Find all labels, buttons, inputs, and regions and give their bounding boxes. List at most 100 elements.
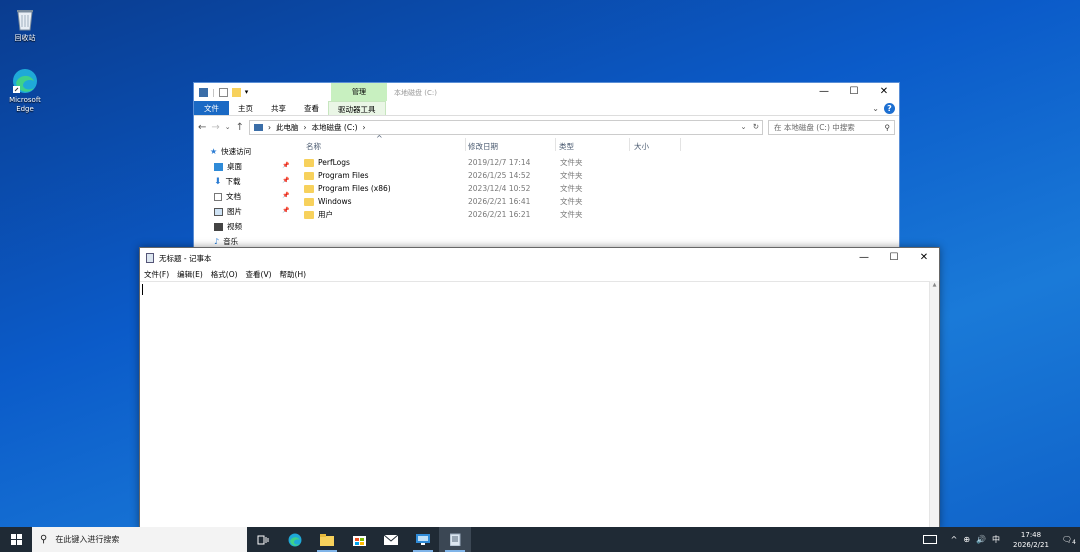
search-icon: ⚲ <box>884 122 891 132</box>
taskbar-app-store[interactable] <box>343 527 375 552</box>
back-icon[interactable]: ← <box>198 122 206 133</box>
nav-quick-access[interactable]: ★ 快速访问 <box>210 146 251 157</box>
volume-icon[interactable]: 🔊 <box>976 535 986 544</box>
scroll-up-icon[interactable]: ▲ <box>930 281 939 289</box>
nav-videos[interactable]: 视频 <box>214 221 242 232</box>
task-view-icon <box>257 535 269 544</box>
nav-pictures[interactable]: 图片 <box>214 206 242 217</box>
menu-edit[interactable]: 编辑(E) <box>173 269 207 280</box>
close-button[interactable]: ✕ <box>909 248 939 268</box>
address-row: ← → ⌄ ↑ › 此电脑 › 本地磁盘 (C:) › ⌄ ↻ 在 本地磁盘 (C… <box>194 116 899 138</box>
taskbar-search-box[interactable]: ⚲ 在此键入进行搜索 <box>32 527 247 552</box>
pin-icon: 📌 <box>282 162 290 169</box>
drive-icon <box>199 87 208 97</box>
tab-home[interactable]: 主页 <box>229 101 262 115</box>
expand-ribbon-icon[interactable]: ⌄ <box>872 104 879 113</box>
column-date[interactable]: 修改日期 <box>468 141 498 152</box>
address-bar[interactable]: › 此电脑 › 本地磁盘 (C:) › ⌄ ↻ <box>249 119 763 135</box>
chevron-up-icon[interactable]: ^ <box>951 535 958 544</box>
notepad-icon <box>146 253 154 263</box>
file-row[interactable]: Program Files 2026/1/25 14:52 文件夹 <box>304 169 583 182</box>
maximize-button[interactable]: ☐ <box>839 83 869 101</box>
minimize-button[interactable]: — <box>809 83 839 101</box>
star-icon: ★ <box>210 147 218 156</box>
mail-icon <box>384 534 398 545</box>
folder-icon <box>304 184 314 193</box>
taskbar-app-notepad[interactable] <box>439 527 471 552</box>
column-type[interactable]: 类型 <box>559 141 574 152</box>
taskbar-app-file-explorer[interactable] <box>311 527 343 552</box>
maximize-button[interactable]: ☐ <box>879 248 909 268</box>
taskbar-app-mail[interactable] <box>375 527 407 552</box>
system-tray: ^ ⊕ 🔊 中 17:48 2026/2/21 🗨 4 <box>922 527 1080 552</box>
explorer-body: ★ 快速访问 桌面 📌 ⬇ 下载 📌 文档 📌 图片 📌 视频 ♪ 音乐 名称 … <box>194 134 899 256</box>
chevron-down-icon[interactable]: ▾ <box>245 88 249 96</box>
folder-icon <box>304 210 314 219</box>
nav-music[interactable]: ♪ 音乐 <box>214 236 238 247</box>
folder-icon <box>304 171 314 180</box>
taskbar-app-edge[interactable] <box>279 527 311 552</box>
menu-bar: 文件(F) 编辑(E) 格式(O) 查看(V) 帮助(H) <box>140 268 939 281</box>
folder-icon <box>304 158 314 167</box>
explorer-title-bar[interactable]: | ▾ 管理 本地磁盘 (C:) — ☐ ✕ <box>194 83 899 101</box>
properties-icon[interactable] <box>218 87 228 97</box>
recent-chevron-icon[interactable]: ⌄ <box>225 123 231 131</box>
menu-view[interactable]: 查看(V) <box>242 269 276 280</box>
task-view-button[interactable] <box>247 527 279 552</box>
menu-format[interactable]: 格式(O) <box>207 269 242 280</box>
help-icon[interactable]: ? <box>884 103 895 114</box>
tab-view[interactable]: 查看 <box>295 101 328 115</box>
menu-help[interactable]: 帮助(H) <box>276 269 311 280</box>
new-folder-icon[interactable] <box>231 87 241 97</box>
start-button[interactable] <box>0 527 32 552</box>
text-caret <box>142 284 143 295</box>
network-icon[interactable]: ⊕ <box>963 535 970 544</box>
minimize-button[interactable]: — <box>849 248 879 268</box>
desktop-icon-recycle-bin[interactable]: 回收站 <box>5 6 45 43</box>
tab-drive-tools[interactable]: 驱动器工具 <box>328 101 386 115</box>
tab-file[interactable]: 文件 <box>194 101 229 115</box>
pictures-icon <box>214 207 223 216</box>
context-tab-manage[interactable]: 管理 <box>331 83 387 101</box>
dropdown-icon[interactable]: ⌄ <box>740 122 746 131</box>
menu-file[interactable]: 文件(F) <box>140 269 173 280</box>
clock[interactable]: 17:48 2026/2/21 <box>1008 530 1054 550</box>
vertical-scrollbar[interactable]: ▲ <box>929 281 939 528</box>
column-name[interactable]: 名称 <box>306 141 321 152</box>
window-title: 无标题 - 记事本 <box>159 253 212 263</box>
nav-downloads[interactable]: ⬇ 下载 <box>214 176 241 187</box>
notepad-title-bar[interactable]: 无标题 - 记事本 — ☐ ✕ <box>140 248 939 268</box>
file-row[interactable]: PerfLogs 2019/12/7 17:14 文件夹 <box>304 156 583 169</box>
notification-center-button[interactable]: 🗨 4 <box>1054 535 1080 546</box>
keyboard-icon[interactable] <box>922 535 937 544</box>
column-size[interactable]: 大小 <box>634 141 649 152</box>
file-explorer-window[interactable]: | ▾ 管理 本地磁盘 (C:) — ☐ ✕ 文件 主页 共享 查看 驱动器工具… <box>193 82 900 257</box>
ime-indicator[interactable]: 中 <box>992 534 1000 545</box>
file-row[interactable]: 用户 2026/2/21 16:21 文件夹 <box>304 208 583 221</box>
refresh-icon[interactable]: ↻ <box>753 122 759 131</box>
file-row[interactable]: Program Files (x86) 2023/12/4 10:52 文件夹 <box>304 182 583 195</box>
search-input[interactable]: 在 本地磁盘 (C:) 中搜索 ⚲ <box>768 119 895 135</box>
breadcrumb-this-pc[interactable]: 此电脑 <box>276 122 299 133</box>
edge-icon <box>288 533 302 546</box>
tab-share[interactable]: 共享 <box>262 101 295 115</box>
pin-icon: 📌 <box>282 177 290 184</box>
up-icon[interactable]: ↑ <box>236 122 244 133</box>
pin-icon: 📌 <box>282 207 290 214</box>
folder-icon <box>304 197 314 206</box>
breadcrumb-c-drive[interactable]: 本地磁盘 (C:) <box>312 122 358 133</box>
text-editor-area[interactable] <box>140 281 929 528</box>
notepad-window[interactable]: 无标题 - 记事本 — ☐ ✕ 文件(F) 编辑(E) 格式(O) 查看(V) … <box>139 247 940 529</box>
recycle-bin-icon <box>12 6 38 32</box>
remote-desktop-icon <box>416 534 430 545</box>
nav-desktop[interactable]: 桌面 <box>214 161 242 172</box>
forward-icon[interactable]: → <box>211 122 219 133</box>
desktop-icon-edge[interactable]: Microsoft Edge <box>5 68 45 114</box>
taskbar-app-remote[interactable] <box>407 527 439 552</box>
close-button[interactable]: ✕ <box>869 83 899 101</box>
music-icon: ♪ <box>214 237 220 246</box>
nav-documents[interactable]: 文档 <box>214 191 241 202</box>
edge-icon <box>12 68 38 94</box>
desktop-icon <box>214 162 223 171</box>
file-row[interactable]: Windows 2026/2/21 16:41 文件夹 <box>304 195 583 208</box>
